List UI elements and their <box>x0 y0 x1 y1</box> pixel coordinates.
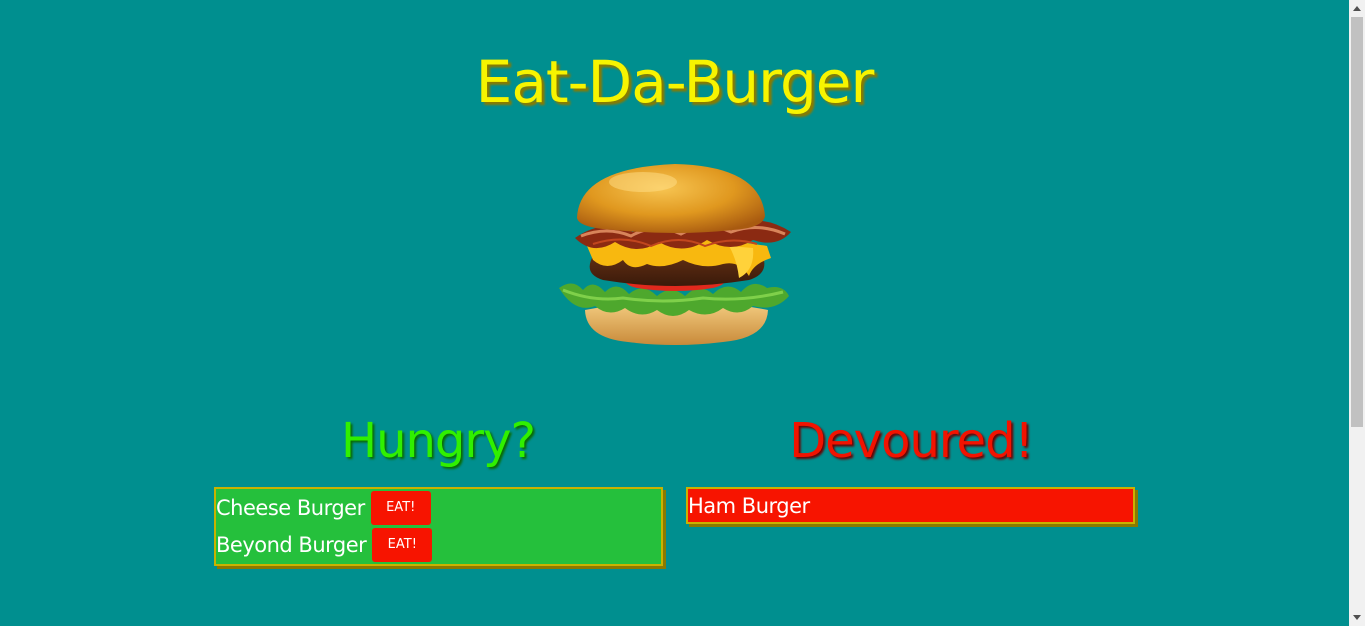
scroll-down-icon[interactable] <box>1353 615 1361 620</box>
scroll-thumb[interactable] <box>1351 17 1363 427</box>
devoured-list: Ham Burger <box>686 487 1135 524</box>
scroll-up-icon[interactable] <box>1353 6 1361 11</box>
list-item: Beyond Burger EAT! <box>216 526 661 563</box>
burger-name: Cheese Burger <box>216 495 365 520</box>
page: Eat-Da-Burger Hungry? Devoured! Cheese B… <box>0 0 1349 626</box>
page-title: Eat-Da-Burger <box>475 48 875 116</box>
eat-button[interactable]: EAT! <box>370 490 431 525</box>
list-item: Cheese Burger EAT! <box>216 489 661 526</box>
hungry-list: Cheese Burger EAT! Beyond Burger EAT! <box>214 487 663 566</box>
burger-image <box>553 160 797 350</box>
vertical-scrollbar[interactable] <box>1349 0 1365 626</box>
hungry-heading: Hungry? <box>340 413 536 469</box>
list-item: Ham Burger <box>688 489 1133 522</box>
burger-icon <box>559 164 791 345</box>
devoured-heading: Devoured! <box>789 413 1034 469</box>
burger-name: Ham Burger <box>688 493 810 518</box>
burger-name: Beyond Burger <box>216 532 367 557</box>
eat-button[interactable]: EAT! <box>372 527 433 562</box>
